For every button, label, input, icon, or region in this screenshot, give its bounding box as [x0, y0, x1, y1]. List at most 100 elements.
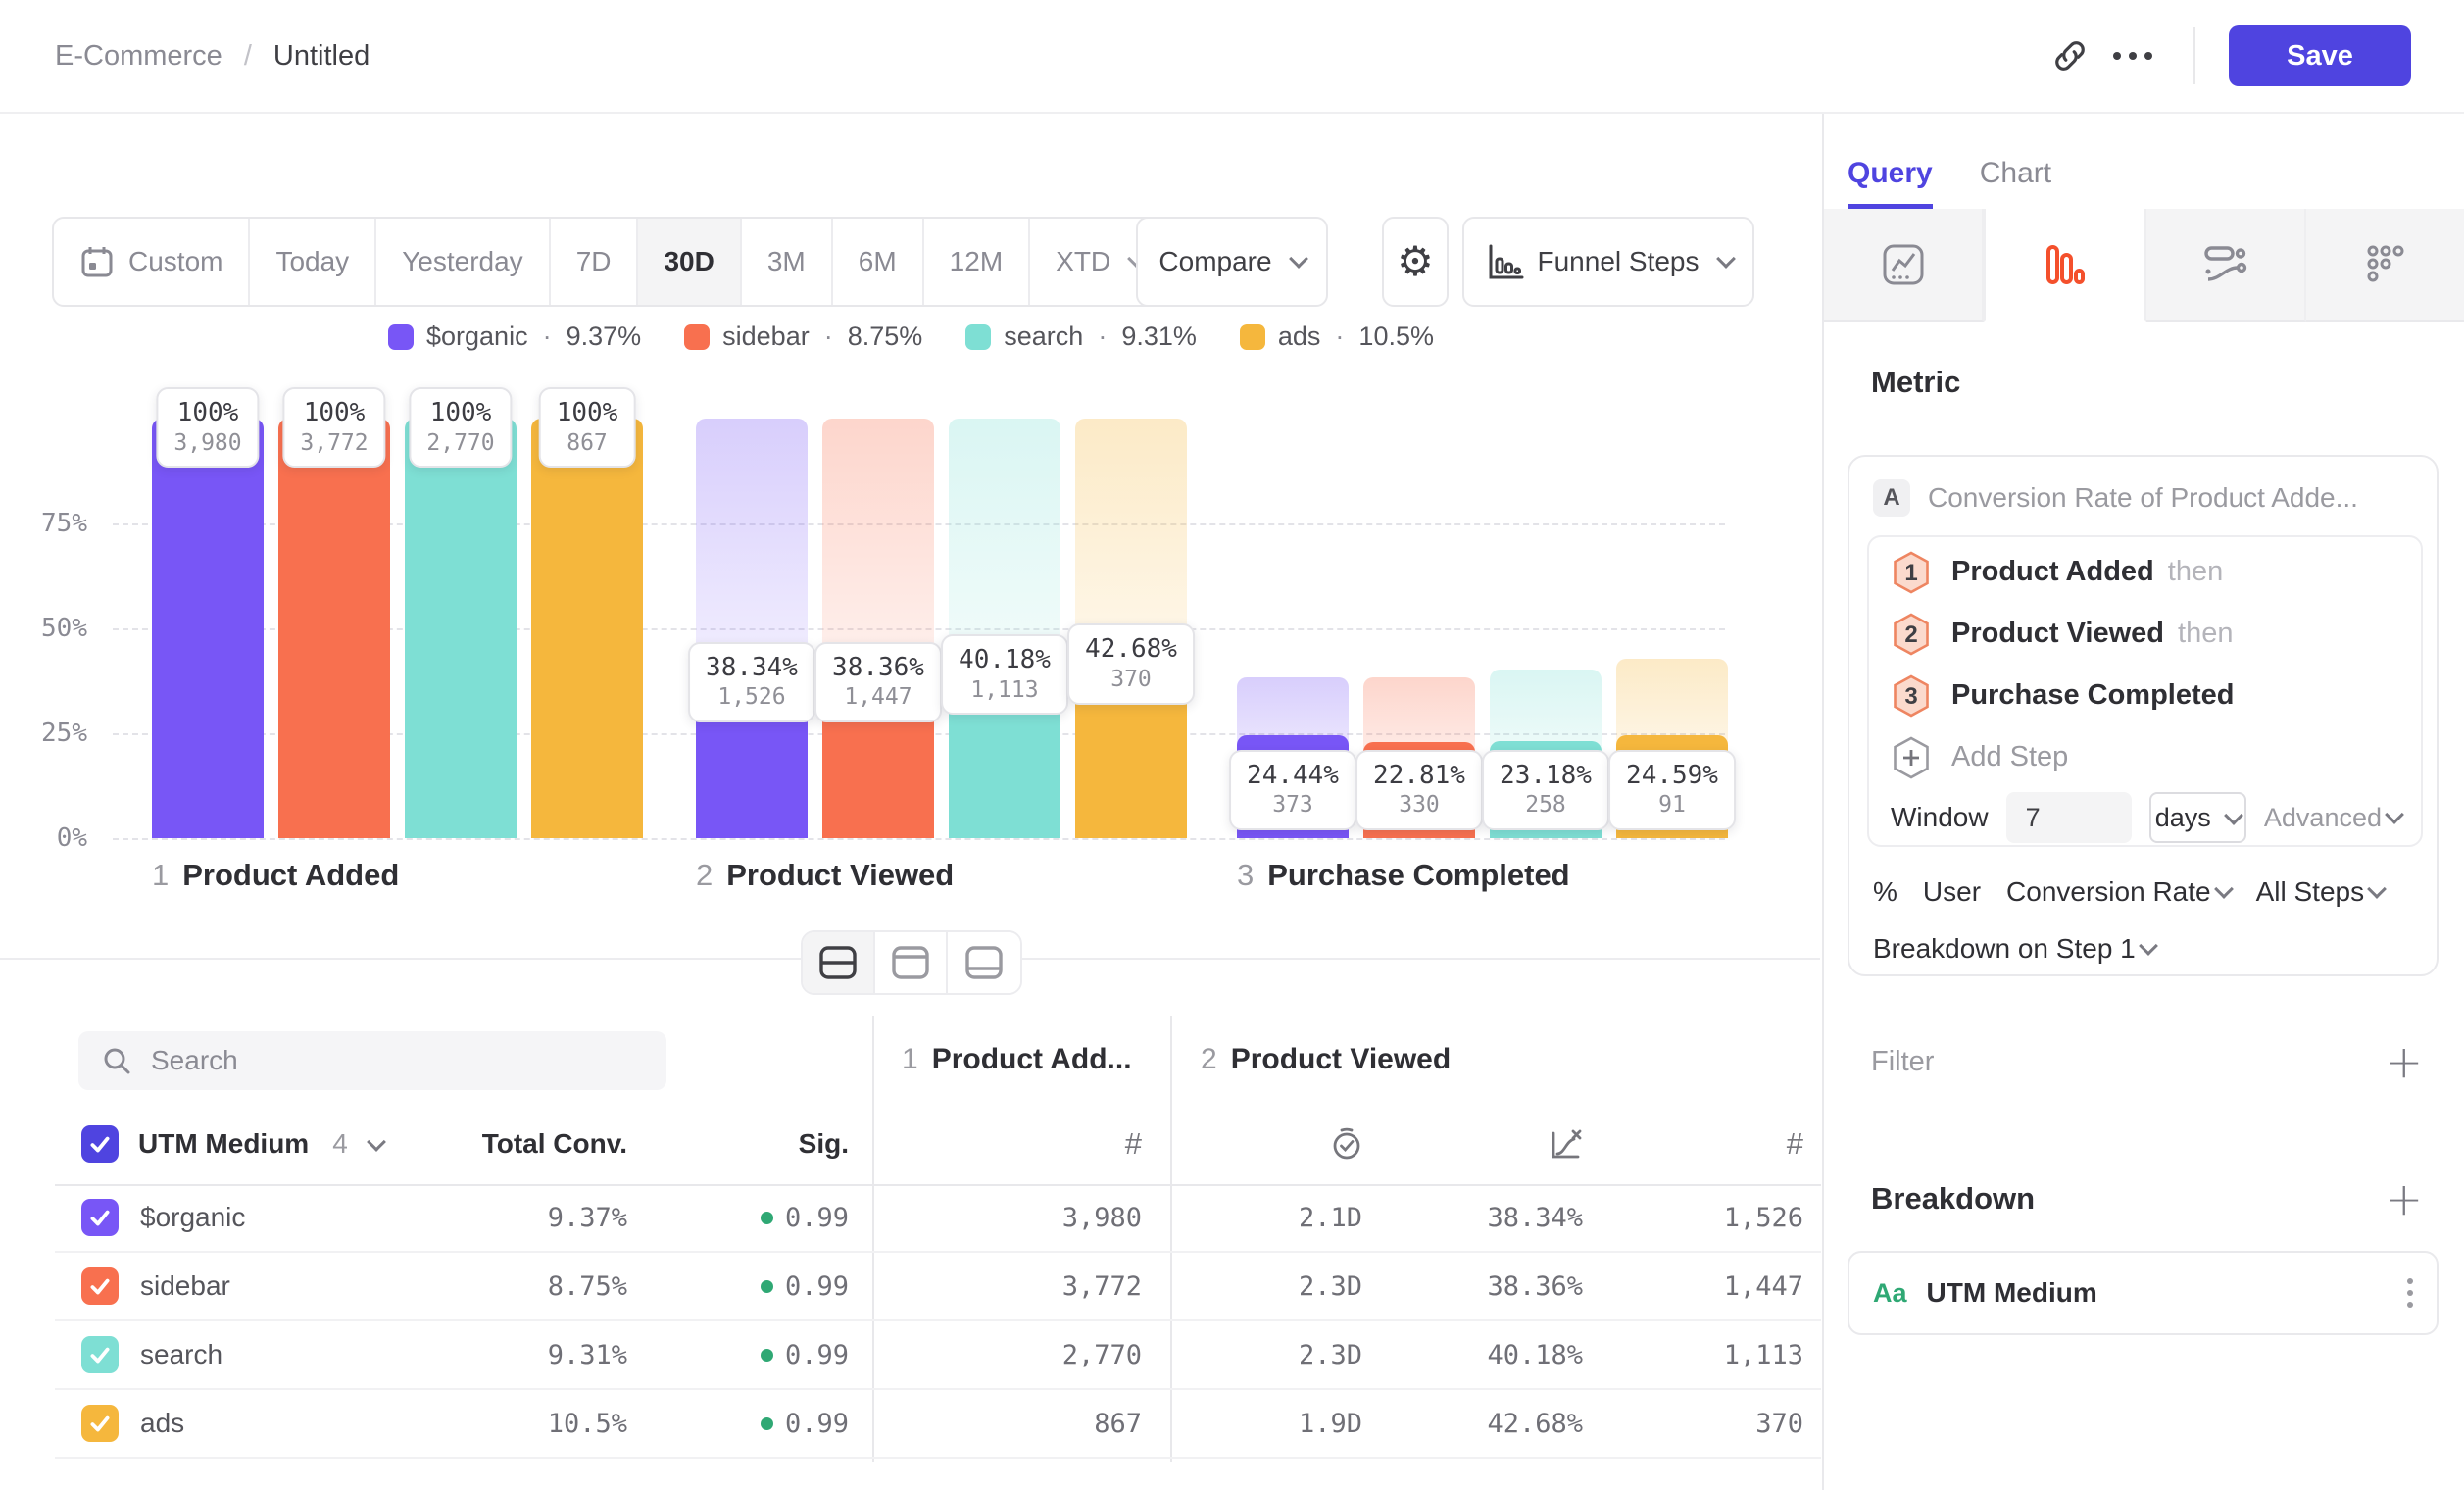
legend-item-organic[interactable]: $organic9.37%: [388, 322, 641, 352]
step1-count-header[interactable]: #: [872, 1108, 1142, 1180]
table-row-ads[interactable]: ads10.5%0.998671.9D42.68%370: [55, 1390, 1821, 1459]
select-all-checkbox[interactable]: [81, 1125, 119, 1163]
step2-count-header[interactable]: #: [1607, 1108, 1803, 1180]
layout-chart-only-button[interactable]: [875, 932, 948, 993]
share-link-button[interactable]: [2039, 25, 2101, 87]
line-chart-icon: [1881, 242, 1926, 287]
funnel-bar-organic-step1[interactable]: [152, 419, 264, 838]
legend-label: $organic: [426, 322, 528, 352]
save-button[interactable]: Save: [2229, 25, 2411, 86]
kebab-menu-icon[interactable]: [2407, 1278, 2413, 1308]
legend-item-ads[interactable]: ads10.5%: [1240, 322, 1434, 352]
add-breakdown-button[interactable]: +: [2385, 1176, 2423, 1221]
more-menu-button[interactable]: [2101, 25, 2164, 87]
chart-style-button[interactable]: Funnel Steps: [1462, 217, 1754, 307]
funnel-bar-ads-step1[interactable]: [531, 419, 643, 838]
funnel-bar-sidebar-step1[interactable]: [278, 419, 390, 838]
conv-rate-cell: 38.34%: [1387, 1203, 1607, 1233]
funnel-step-group-1: 100%3,980100%3,772100%2,770100%8671Produ…: [152, 419, 644, 838]
row-checkbox[interactable]: [81, 1336, 119, 1373]
table-row-organic[interactable]: $organic9.37%0.993,9802.1D38.34%1,526: [55, 1184, 1821, 1253]
conv-rate-header[interactable]: [1387, 1108, 1583, 1180]
measure-prefix[interactable]: %: [1873, 876, 1897, 908]
metric-step-2[interactable]: 2Product Viewedthen: [1891, 603, 2421, 665]
search-input[interactable]: [149, 1044, 666, 1077]
date-range-today[interactable]: Today: [250, 219, 376, 305]
layout-split-button[interactable]: [803, 932, 875, 993]
breakdown-item[interactable]: Aa UTM Medium: [1848, 1251, 2439, 1335]
date-range-3m[interactable]: 3M: [742, 219, 833, 305]
advanced-toggle[interactable]: Advanced: [2264, 803, 2401, 833]
breakdown-scope-select[interactable]: Breakdown on Step 1: [1873, 925, 2155, 972]
legend-value: 8.75%: [848, 322, 923, 352]
bar-pct-value: 22.81%: [1373, 760, 1465, 792]
sidebar-tabs: Query Chart: [1824, 114, 2464, 209]
legend-separator-icon: [1333, 322, 1346, 352]
bar-value-label: 100%867: [539, 387, 636, 468]
metric-title: Conversion Rate of Product Adde...: [1928, 482, 2358, 514]
avg-time-header[interactable]: [1170, 1108, 1364, 1180]
tab-funnel-chart[interactable]: [1984, 209, 2145, 322]
breadcrumb-title[interactable]: Untitled: [273, 40, 370, 73]
tab-insights-chart[interactable]: [1824, 209, 1984, 322]
add-step-button[interactable]: Add Step: [1891, 726, 2421, 788]
legend-item-sidebar[interactable]: sidebar8.75%: [684, 322, 922, 352]
step-number: 2: [696, 858, 713, 892]
date-range-12m[interactable]: 12M: [924, 219, 1030, 305]
bar-pct-value: 42.68%: [1085, 633, 1177, 666]
tab-flow-chart[interactable]: [2146, 209, 2306, 322]
date-range-yesterday[interactable]: Yesterday: [376, 219, 551, 305]
measure-entity-select[interactable]: User: [1923, 876, 1981, 908]
metric-summary[interactable]: A Conversion Rate of Product Adde...: [1873, 474, 2437, 522]
measure-type-select[interactable]: Conversion Rate: [2006, 876, 2231, 908]
add-filter-button[interactable]: +: [2385, 1039, 2423, 1084]
bar-count-value: 373: [1247, 791, 1339, 820]
breadcrumb-project[interactable]: E-Commerce: [55, 40, 222, 73]
total-conv-column-header[interactable]: Total Conv.: [436, 1108, 627, 1180]
settings-button[interactable]: ⚙: [1382, 217, 1449, 307]
conv-rate-cell: 42.68%: [1387, 1409, 1607, 1439]
table-row-sidebar[interactable]: sidebar8.75%0.993,7722.3D38.36%1,447: [55, 1253, 1821, 1321]
top-panel-view-icon: [891, 945, 930, 980]
metric-step-3[interactable]: 3Purchase Completed: [1891, 665, 2421, 726]
row-checkbox[interactable]: [81, 1199, 119, 1236]
step1-column-title[interactable]: 1Product Add...: [902, 1043, 1132, 1076]
bar-pct-value: 100%: [300, 397, 368, 429]
window-value-input[interactable]: [2006, 792, 2132, 843]
step-number: 1: [152, 858, 169, 892]
metric-step-1[interactable]: 1Product Addedthen: [1891, 541, 2421, 603]
conv-rate-cell: 40.18%: [1387, 1340, 1607, 1370]
metric-heading: Metric: [1871, 365, 1960, 400]
bar-slot: 38.36%1,447: [822, 419, 934, 838]
legend-item-search[interactable]: search9.31%: [965, 322, 1197, 352]
compare-button[interactable]: Compare: [1136, 217, 1328, 307]
window-unit-select[interactable]: days: [2149, 792, 2246, 843]
row-checkbox[interactable]: [81, 1267, 119, 1305]
funnel-bar-search-step1[interactable]: [405, 419, 517, 838]
date-range-label: Today: [275, 246, 349, 277]
table-search: [78, 1031, 666, 1090]
measure-scope-select[interactable]: All Steps: [2256, 876, 2385, 908]
date-range-7d[interactable]: 7D: [551, 219, 639, 305]
tab-query[interactable]: Query: [1848, 157, 1933, 209]
bar-slot: 24.44%373: [1237, 419, 1349, 838]
funnel-plot: 75%50%25%0%100%3,980100%3,772100%2,77010…: [113, 419, 1764, 838]
date-range-custom[interactable]: Custom: [54, 219, 250, 305]
bar-pct-value: 100%: [173, 397, 241, 429]
sig-dot-icon: [761, 1280, 773, 1293]
table-row-search[interactable]: search9.31%0.992,7702.3D40.18%1,113: [55, 1321, 1821, 1390]
sig-cell: 0.99: [627, 1203, 872, 1233]
layout-table-only-button[interactable]: [948, 932, 1020, 993]
row-checkbox[interactable]: [81, 1405, 119, 1442]
date-range-6m[interactable]: 6M: [833, 219, 924, 305]
step2-column-title[interactable]: 2Product Viewed: [1201, 1043, 1451, 1076]
tab-retention-chart[interactable]: [2306, 209, 2464, 322]
tab-chart[interactable]: Chart: [1980, 157, 2051, 209]
sig-column-header[interactable]: Sig.: [627, 1108, 849, 1180]
step-name: Product Viewed: [726, 858, 954, 892]
total-conv-cell: 8.75%: [436, 1271, 627, 1302]
group-column-header[interactable]: UTM Medium 4: [81, 1108, 383, 1180]
step-number-hexagon-icon: 3: [1891, 673, 1932, 719]
bar-pct-value: 24.59%: [1626, 760, 1718, 792]
date-range-30d[interactable]: 30D: [638, 219, 741, 305]
